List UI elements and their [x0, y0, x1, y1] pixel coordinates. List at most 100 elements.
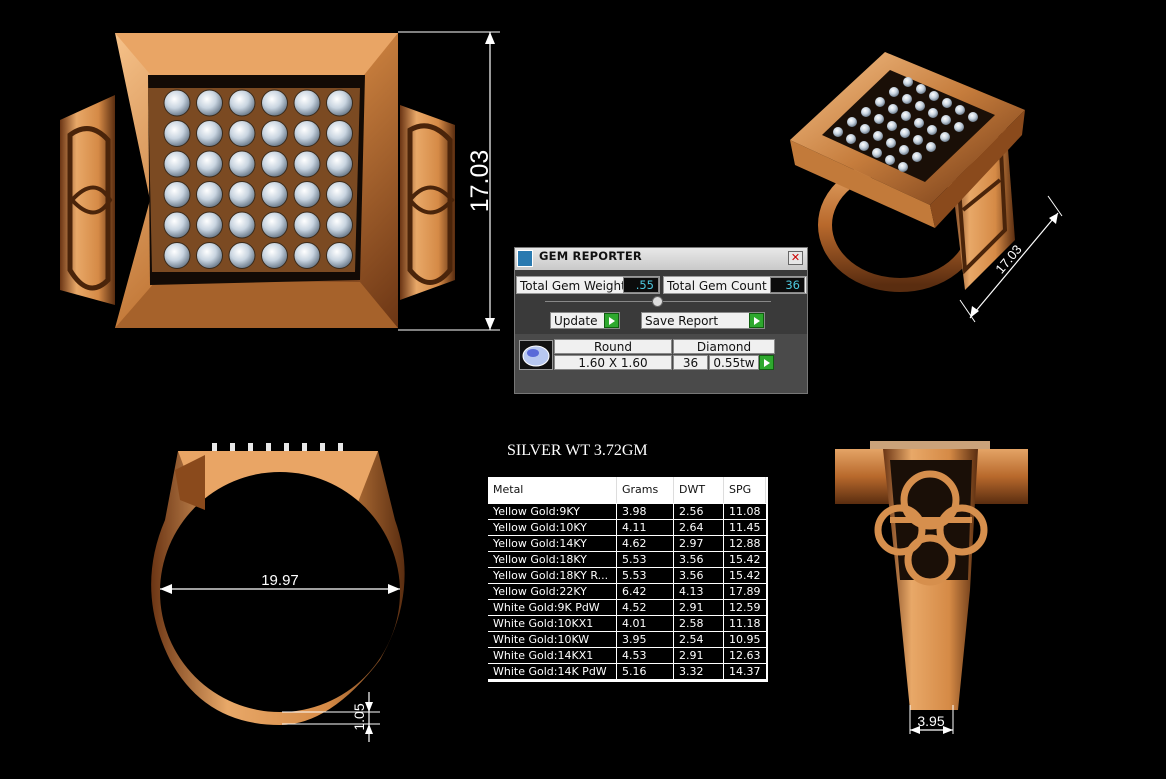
diamond-stone	[912, 152, 922, 162]
diamond-stone	[293, 211, 321, 239]
diamond-stone	[927, 125, 937, 135]
diamond-stone	[886, 138, 896, 148]
save-report-play-icon[interactable]	[749, 313, 764, 328]
diamond-stone	[163, 89, 191, 117]
total-gem-count-value: 36	[770, 277, 805, 293]
cell-metal: Yellow Gold:14KY	[488, 536, 616, 551]
cell-dwt: 2.91	[674, 648, 723, 663]
diamond-stone	[326, 211, 353, 239]
table-row[interactable]: White Gold:14K PdW 5.16 3.32 14.37	[488, 664, 766, 680]
diamond-stone	[926, 142, 936, 152]
diamond-stone	[900, 128, 910, 138]
diamond-stone	[873, 131, 883, 141]
gem-reporter-titlebar[interactable]: GEM REPORTER ✕	[515, 248, 807, 270]
diamond-stone	[326, 150, 353, 178]
cell-metal: Yellow Gold:18KY R...	[488, 568, 616, 583]
diamond-stone	[228, 120, 256, 147]
diamond-stone	[861, 107, 871, 117]
diamond-stone	[889, 87, 899, 97]
column-header-grams[interactable]: Grams	[617, 477, 674, 503]
cell-metal: White Gold:14K PdW	[488, 664, 616, 679]
diamond-stone	[860, 124, 870, 134]
save-report-button-label: Save Report	[645, 314, 719, 328]
diamond-stone	[196, 242, 223, 269]
diamond-stone	[196, 120, 223, 147]
diamond-stone	[847, 117, 857, 127]
cell-metal: White Gold:10KW	[488, 632, 616, 647]
ring-perspective-view	[790, 52, 1025, 292]
diamond-stone	[196, 89, 223, 117]
table-row[interactable]: White Gold:10KX1 4.01 2.58 11.18	[488, 616, 766, 632]
dim-top-height-label: 17.03	[466, 150, 494, 213]
cell-dwt: 2.97	[674, 536, 723, 551]
table-row[interactable]: White Gold:9K PdW 4.52 2.91 12.59	[488, 600, 766, 616]
cell-spg: 11.45	[724, 520, 766, 535]
diamond-stone	[914, 118, 924, 128]
round-gem-icon[interactable]	[519, 340, 553, 370]
cell-grams: 6.42	[617, 584, 673, 599]
update-play-icon[interactable]	[604, 313, 619, 328]
cell-dwt: 2.58	[674, 616, 723, 631]
column-header-metal[interactable]: Metal	[488, 477, 617, 503]
table-row[interactable]: Yellow Gold:22KY 6.42 4.13 17.89	[488, 584, 766, 600]
gem-weight-cell: 0.55tw	[709, 355, 759, 370]
splitter-handle-icon[interactable]	[652, 296, 663, 307]
cell-spg: 11.08	[724, 504, 766, 519]
cell-metal: White Gold:14KX1	[488, 648, 616, 663]
diamond-stone	[903, 77, 913, 87]
diamond-stone	[885, 155, 895, 165]
diamond-stone	[196, 150, 223, 178]
gem-row-play-icon[interactable]	[759, 355, 774, 370]
table-row[interactable]: Yellow Gold:9KY 3.98 2.56 11.08	[488, 504, 766, 520]
table-row[interactable]: Yellow Gold:10KY 4.11 2.64 11.45	[488, 520, 766, 536]
diamond-stone	[941, 115, 951, 125]
cell-dwt: 3.56	[674, 568, 723, 583]
cell-grams: 4.62	[617, 536, 673, 551]
save-report-button[interactable]: Save Report	[641, 312, 765, 329]
table-row[interactable]: Yellow Gold:18KY R... 5.53 3.56 15.42	[488, 568, 766, 584]
dim-shank-width-label: 3.95	[917, 713, 944, 729]
cell-metal: White Gold:10KX1	[488, 616, 616, 631]
close-icon[interactable]: ✕	[788, 251, 803, 265]
diamond-stone	[163, 211, 191, 239]
cell-spg: 12.63	[724, 648, 766, 663]
table-row[interactable]: White Gold:10KW 3.95 2.54 10.95	[488, 632, 766, 648]
diamond-stone	[929, 91, 939, 101]
cell-metal: Yellow Gold:10KY	[488, 520, 616, 535]
column-header-spg[interactable]: SPG	[724, 477, 766, 503]
diamond-stone	[833, 127, 843, 137]
app-icon	[517, 250, 533, 267]
cell-dwt: 3.56	[674, 552, 723, 567]
cell-grams: 3.98	[617, 504, 673, 519]
diamond-stone	[163, 150, 191, 178]
cell-metal: White Gold:9K PdW	[488, 600, 616, 615]
gem-count-cell: 36	[673, 355, 708, 370]
diamond-stone	[887, 121, 897, 131]
diamond-stone	[293, 150, 321, 178]
silver-weight-label: SILVER WT 3.72GM	[507, 442, 648, 459]
diamond-stone	[955, 105, 965, 115]
cell-grams: 3.95	[617, 632, 673, 647]
cell-spg: 15.42	[724, 552, 766, 567]
diamond-stone	[913, 135, 923, 145]
ring-top-view	[60, 33, 455, 328]
cell-dwt: 2.91	[674, 600, 723, 615]
update-button-label: Update	[554, 314, 598, 328]
table-row[interactable]: Yellow Gold:18KY 5.53 3.56 15.42	[488, 552, 766, 568]
diamond-stone	[942, 98, 952, 108]
diamond-stone	[326, 242, 353, 269]
diamond-stone	[228, 211, 256, 239]
table-row[interactable]: White Gold:14KX1 4.53 2.91 12.63	[488, 648, 766, 664]
diamond-stone	[915, 101, 925, 111]
diamond-stone	[163, 120, 191, 147]
diamond-stone	[196, 181, 223, 208]
table-row[interactable]: Yellow Gold:14KY 4.62 2.97 12.88	[488, 536, 766, 552]
cell-grams: 5.16	[617, 664, 673, 679]
column-header-dwt[interactable]: DWT	[674, 477, 724, 503]
cell-dwt: 4.13	[674, 584, 723, 599]
diamond-stone	[326, 120, 353, 147]
cell-dwt: 2.54	[674, 632, 723, 647]
cell-dwt: 3.32	[674, 664, 723, 679]
cell-spg: 12.88	[724, 536, 766, 551]
gem-type-cell: Diamond	[673, 339, 775, 354]
